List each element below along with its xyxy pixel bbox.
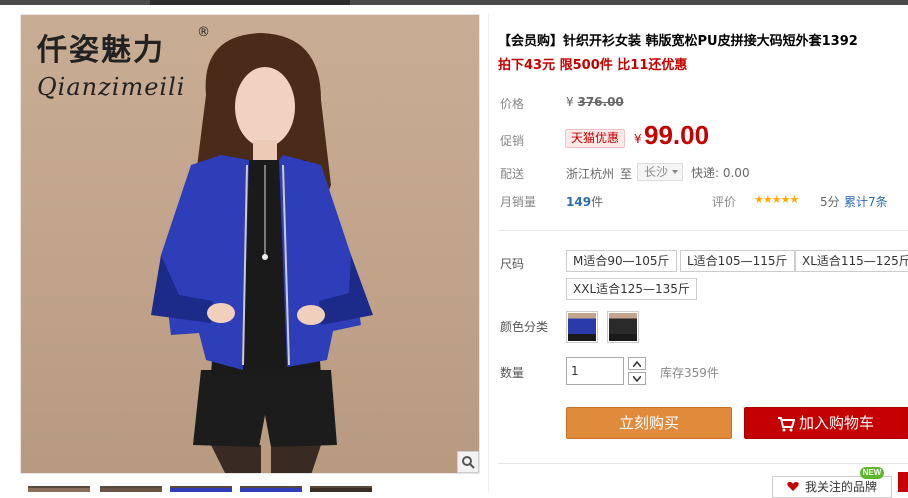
top-bar bbox=[0, 0, 908, 5]
sales-unit: 件 bbox=[591, 195, 604, 209]
zoom-button[interactable] bbox=[457, 451, 479, 473]
color-swatch-blue[interactable] bbox=[566, 311, 598, 343]
quantity-decrease-button[interactable] bbox=[628, 372, 646, 385]
quantity-increase-button[interactable] bbox=[628, 357, 646, 370]
section-divider bbox=[498, 463, 908, 464]
swatch-image bbox=[609, 313, 637, 341]
brand-logo: 仟姿魅力 ® Qianzimeili bbox=[37, 25, 210, 115]
side-tab-edge bbox=[898, 472, 908, 492]
tmall-promo-badge: 天猫优惠 bbox=[565, 129, 626, 148]
rating-score: 5分 bbox=[820, 195, 840, 209]
thumbnail[interactable] bbox=[170, 486, 232, 492]
stock-count: 库存359件 bbox=[660, 366, 719, 380]
add-to-cart-label: 加入购物车 bbox=[799, 414, 875, 432]
thumbnail[interactable] bbox=[310, 486, 372, 492]
review-count-link[interactable]: 累计7条 bbox=[844, 193, 888, 210]
size-option-l[interactable]: L适合105—115斤 bbox=[680, 250, 795, 272]
size-option-xl[interactable]: XL适合115—125斤 bbox=[795, 250, 908, 272]
thumbnail[interactable] bbox=[28, 486, 90, 492]
size-option-m[interactable]: M适合90—105斤 bbox=[566, 250, 677, 272]
promo-label: 促销 bbox=[500, 134, 525, 148]
color-label: 颜色分类 bbox=[500, 320, 549, 334]
product-main-image[interactable]: 仟姿魅力 ® Qianzimeili bbox=[20, 14, 480, 474]
chevron-up-icon bbox=[633, 360, 641, 367]
chevron-down-icon bbox=[633, 375, 641, 382]
brand-logo-cn: 仟姿魅力 bbox=[37, 33, 165, 68]
swatch-image bbox=[568, 313, 596, 341]
promo-price: 99.00 bbox=[644, 120, 710, 150]
promo-line: 拍下43元 限500件 比11还优惠 bbox=[498, 58, 688, 73]
promo-currency-symbol: ¥ bbox=[634, 132, 642, 146]
chevron-down-icon bbox=[672, 170, 678, 174]
follow-brand-button[interactable]: 我关注的品牌 bbox=[772, 476, 892, 498]
shipping-label: 配送 bbox=[500, 167, 525, 181]
thumbnail[interactable] bbox=[100, 486, 162, 492]
thumbnail-strip bbox=[20, 482, 480, 492]
shipping-origin: 浙江杭州 bbox=[566, 167, 615, 181]
buy-now-button[interactable]: 立刻购买 bbox=[566, 407, 732, 439]
new-badge: NEW bbox=[860, 467, 884, 479]
rating-stars: ★★★★★ bbox=[754, 193, 799, 206]
currency-symbol: ¥ bbox=[566, 95, 574, 109]
product-title: 【会员购】针织开衫女装 韩版宽松PU皮拼接大码短外套1392 bbox=[498, 34, 858, 49]
heart-icon bbox=[787, 482, 799, 491]
shipping-to: 至 bbox=[620, 167, 633, 181]
sales-label: 月销量 bbox=[500, 195, 537, 209]
destination-value: 长沙 bbox=[644, 165, 669, 179]
size-option-xxl[interactable]: XXL适合125—135斤 bbox=[566, 278, 697, 300]
color-swatch-black[interactable] bbox=[607, 311, 639, 343]
quantity-label: 数量 bbox=[500, 366, 525, 380]
registered-mark: ® bbox=[197, 25, 210, 40]
quantity-input[interactable] bbox=[566, 357, 624, 385]
destination-select[interactable]: 长沙 bbox=[637, 163, 683, 181]
brand-logo-en: Qianzimeili bbox=[37, 73, 186, 101]
monthly-sales: 149件 bbox=[566, 193, 603, 210]
add-to-cart-button[interactable]: 加入购物车 bbox=[744, 407, 908, 439]
size-label: 尺码 bbox=[500, 257, 525, 271]
cart-icon bbox=[778, 417, 795, 432]
thumbnail[interactable] bbox=[240, 486, 302, 492]
original-price: ¥ 376.00 bbox=[566, 95, 624, 109]
original-price-value: 376.00 bbox=[577, 95, 624, 109]
express-fee: 快递: 0.00 bbox=[691, 166, 750, 180]
price-label: 价格 bbox=[500, 97, 525, 111]
magnifier-icon bbox=[462, 456, 475, 469]
column-divider bbox=[488, 14, 489, 492]
rating-label: 评价 bbox=[712, 195, 737, 209]
section-divider bbox=[498, 230, 908, 231]
sales-count: 149 bbox=[566, 195, 592, 209]
